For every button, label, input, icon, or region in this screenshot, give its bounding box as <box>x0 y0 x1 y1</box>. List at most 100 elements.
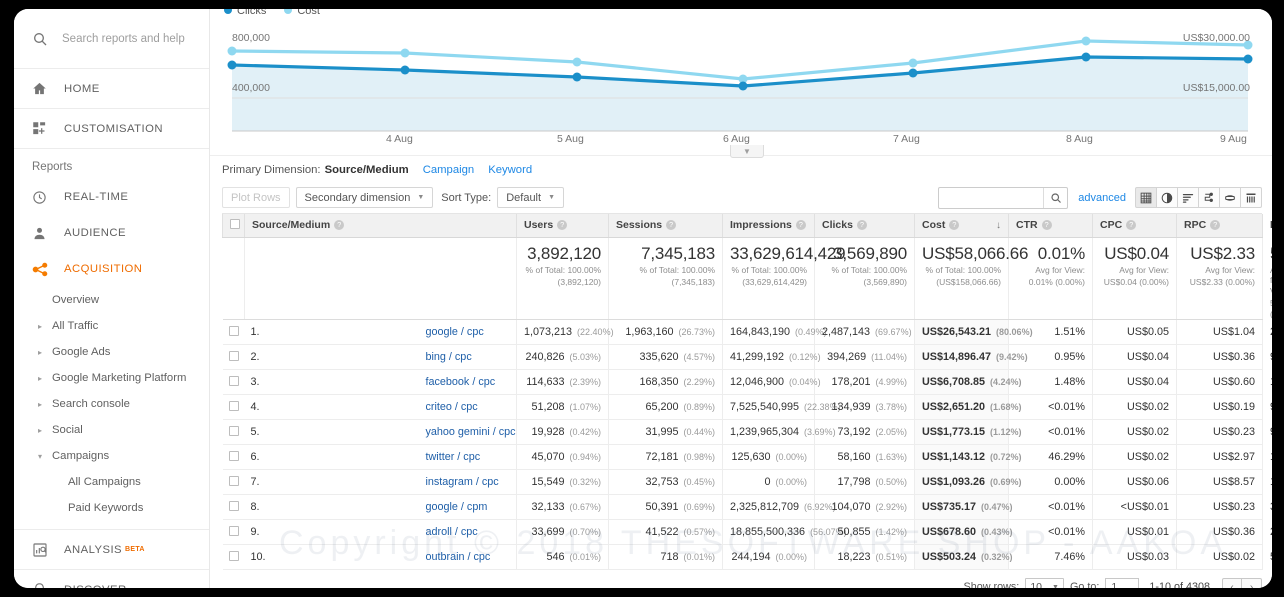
primary-dimension-selected[interactable]: Source/Medium <box>325 164 409 176</box>
sidebar-item-analysis[interactable]: ANALYSIS BETA <box>14 530 209 570</box>
sidebar-item-home[interactable]: HOME <box>14 69 209 109</box>
primary-dimension-campaign-link[interactable]: Campaign <box>423 164 475 176</box>
column-header-rpc[interactable]: RPC? <box>1176 214 1263 238</box>
row-dimension-link[interactable]: criteo / cpc <box>426 401 478 413</box>
goto-page-input[interactable]: 1 <box>1105 578 1140 588</box>
sidebar-item-audience[interactable]: AUDIENCE <box>14 215 209 251</box>
row-checkbox[interactable] <box>228 325 239 336</box>
row-dimension[interactable]: criteo / cpc <box>422 394 517 420</box>
row-checkbox-cell[interactable] <box>222 369 245 395</box>
row-dimension-link[interactable]: google / cpm <box>426 501 488 513</box>
column-header-ctr[interactable]: CTR? <box>1008 214 1093 238</box>
row-dimension[interactable]: google / cpm <box>422 494 517 520</box>
previous-page-button[interactable]: ‹ <box>1222 577 1242 588</box>
sidebar-subitem-all-campaigns[interactable]: All Campaigns <box>14 469 209 495</box>
column-header-cost[interactable]: Cost? ↓ <box>914 214 1009 238</box>
table-row[interactable]: 10. outbrain / cpc 546 (0.01%) 718 (0.01%) 244… <box>222 544 1272 570</box>
legend-item-clicks[interactable]: Clicks <box>224 9 266 17</box>
sidebar-subitem-google-ads[interactable]: ▸ Google Ads <box>14 339 209 365</box>
row-checkbox-cell[interactable] <box>222 444 245 470</box>
table-row[interactable]: 8. google / cpm 32,133 (0.67%) 50,391 (0.69%)… <box>222 494 1272 520</box>
table-row[interactable]: 9. adroll / cpc 33,699 (0.70%) 41,522 (0.57%)… <box>222 519 1272 545</box>
sidebar-item-discover[interactable]: DISCOVER <box>14 570 209 588</box>
table-view-icon[interactable] <box>1135 187 1157 208</box>
table-row[interactable]: 2. bing / cpc 240,826 (5.03%) 335,620 (4.57%)… <box>222 344 1272 370</box>
column-header-users[interactable]: Users? <box>516 214 609 238</box>
row-checkbox[interactable] <box>228 500 239 511</box>
row-dimension-link[interactable]: yahoo gemini / cpc <box>426 426 516 438</box>
help-icon[interactable]: ? <box>334 220 345 231</box>
column-header-cpc[interactable]: CPC? <box>1092 214 1177 238</box>
next-page-button[interactable]: › <box>1242 577 1262 588</box>
row-checkbox-cell[interactable] <box>222 319 245 345</box>
row-dimension-link[interactable]: bing / cpc <box>426 351 472 363</box>
row-dimension-link[interactable]: twitter / cpc <box>426 451 481 463</box>
table-search-input[interactable] <box>939 188 1044 207</box>
row-dimension-link[interactable]: google / cpc <box>426 326 484 338</box>
help-icon[interactable]: ? <box>795 220 806 231</box>
column-header-source-medium[interactable]: Source/Medium? <box>244 214 517 238</box>
row-dimension[interactable]: instagram / cpc <box>422 469 517 495</box>
row-checkbox[interactable] <box>228 400 239 411</box>
table-search-box[interactable] <box>938 186 1069 209</box>
row-dimension[interactable]: yahoo gemini / cpc <box>422 419 517 445</box>
row-checkbox[interactable] <box>228 450 239 461</box>
help-icon[interactable]: ? <box>856 220 867 231</box>
row-dimension[interactable]: google / cpc <box>422 319 517 345</box>
plot-rows-button[interactable]: Plot Rows <box>222 187 290 208</box>
row-checkbox-cell[interactable] <box>222 419 245 445</box>
sidebar-item-real-time[interactable]: REAL-TIME <box>14 179 209 215</box>
row-dimension[interactable]: adroll / cpc <box>422 519 517 545</box>
select-all-header[interactable] <box>222 214 245 238</box>
row-checkbox-cell[interactable] <box>222 394 245 420</box>
table-row[interactable]: 6. twitter / cpc 45,070 (0.94%) 72,181 (0.98%… <box>222 444 1272 470</box>
pie-view-icon[interactable] <box>1156 187 1178 208</box>
row-checkbox-cell[interactable] <box>222 519 245 545</box>
row-checkbox[interactable] <box>228 375 239 386</box>
sidebar-subitem-overview[interactable]: Overview <box>14 287 209 313</box>
sidebar-subitem-google-marketing-platform[interactable]: ▸ Google Marketing Platform <box>14 365 209 391</box>
sidebar-search[interactable]: Search reports and help <box>14 9 209 69</box>
search-icon[interactable] <box>1043 187 1067 208</box>
row-checkbox[interactable] <box>228 425 239 436</box>
row-dimension[interactable]: twitter / cpc <box>422 444 517 470</box>
row-checkbox[interactable] <box>228 550 239 561</box>
help-icon[interactable]: ? <box>666 220 677 231</box>
row-checkbox[interactable] <box>228 350 239 361</box>
table-row[interactable]: 5. yahoo gemini / cpc 19,928 (0.42%) 31,995 (… <box>222 419 1272 445</box>
term-cloud-icon[interactable] <box>1219 187 1241 208</box>
select-all-checkbox[interactable] <box>230 218 240 229</box>
row-dimension-link[interactable]: outbrain / cpc <box>426 551 491 563</box>
row-checkbox-cell[interactable] <box>222 494 245 520</box>
row-checkbox-cell[interactable] <box>222 544 245 570</box>
pivot-view-icon[interactable] <box>1240 187 1262 208</box>
sidebar-subitem-campaigns[interactable]: ▾ Campaigns <box>14 443 209 469</box>
row-dimension-link[interactable]: instagram / cpc <box>426 476 499 488</box>
sort-type-dropdown[interactable]: Default ▼ <box>497 187 564 208</box>
sidebar-item-acquisition[interactable]: ACQUISITION <box>14 251 209 287</box>
row-checkbox[interactable] <box>228 475 239 486</box>
row-dimension[interactable]: bing / cpc <box>422 344 517 370</box>
row-checkbox[interactable] <box>228 525 239 536</box>
advanced-filter-link[interactable]: advanced <box>1078 192 1126 204</box>
sidebar-item-customisation[interactable]: CUSTOMISATION <box>14 109 209 149</box>
show-rows-select[interactable]: 10 ▼ <box>1025 578 1064 588</box>
performance-view-icon[interactable] <box>1177 187 1199 208</box>
secondary-dimension-dropdown[interactable]: Secondary dimension ▼ <box>295 187 434 208</box>
comparison-view-icon[interactable] <box>1198 187 1220 208</box>
primary-dimension-keyword-link[interactable]: Keyword <box>488 164 532 176</box>
row-checkbox-cell[interactable] <box>222 344 245 370</box>
column-header-impressions[interactable]: Impressions? <box>722 214 815 238</box>
help-icon[interactable]: ? <box>1210 220 1221 231</box>
row-checkbox-cell[interactable] <box>222 469 245 495</box>
help-icon[interactable]: ? <box>1126 220 1137 231</box>
help-icon[interactable]: ? <box>557 220 568 231</box>
sidebar-subitem-social[interactable]: ▸ Social <box>14 417 209 443</box>
row-dimension[interactable]: facebook / cpc <box>422 369 517 395</box>
row-dimension[interactable]: outbrain / cpc <box>422 544 517 570</box>
chart-collapse-toggle[interactable]: ▼ <box>730 145 764 158</box>
table-row[interactable]: 3. facebook / cpc 114,633 (2.39%) 168,350 (2.… <box>222 369 1272 395</box>
help-icon[interactable]: ? <box>949 220 960 231</box>
legend-item-cost[interactable]: Cost <box>284 9 320 17</box>
sidebar-subitem-all-traffic[interactable]: ▸ All Traffic <box>14 313 209 339</box>
